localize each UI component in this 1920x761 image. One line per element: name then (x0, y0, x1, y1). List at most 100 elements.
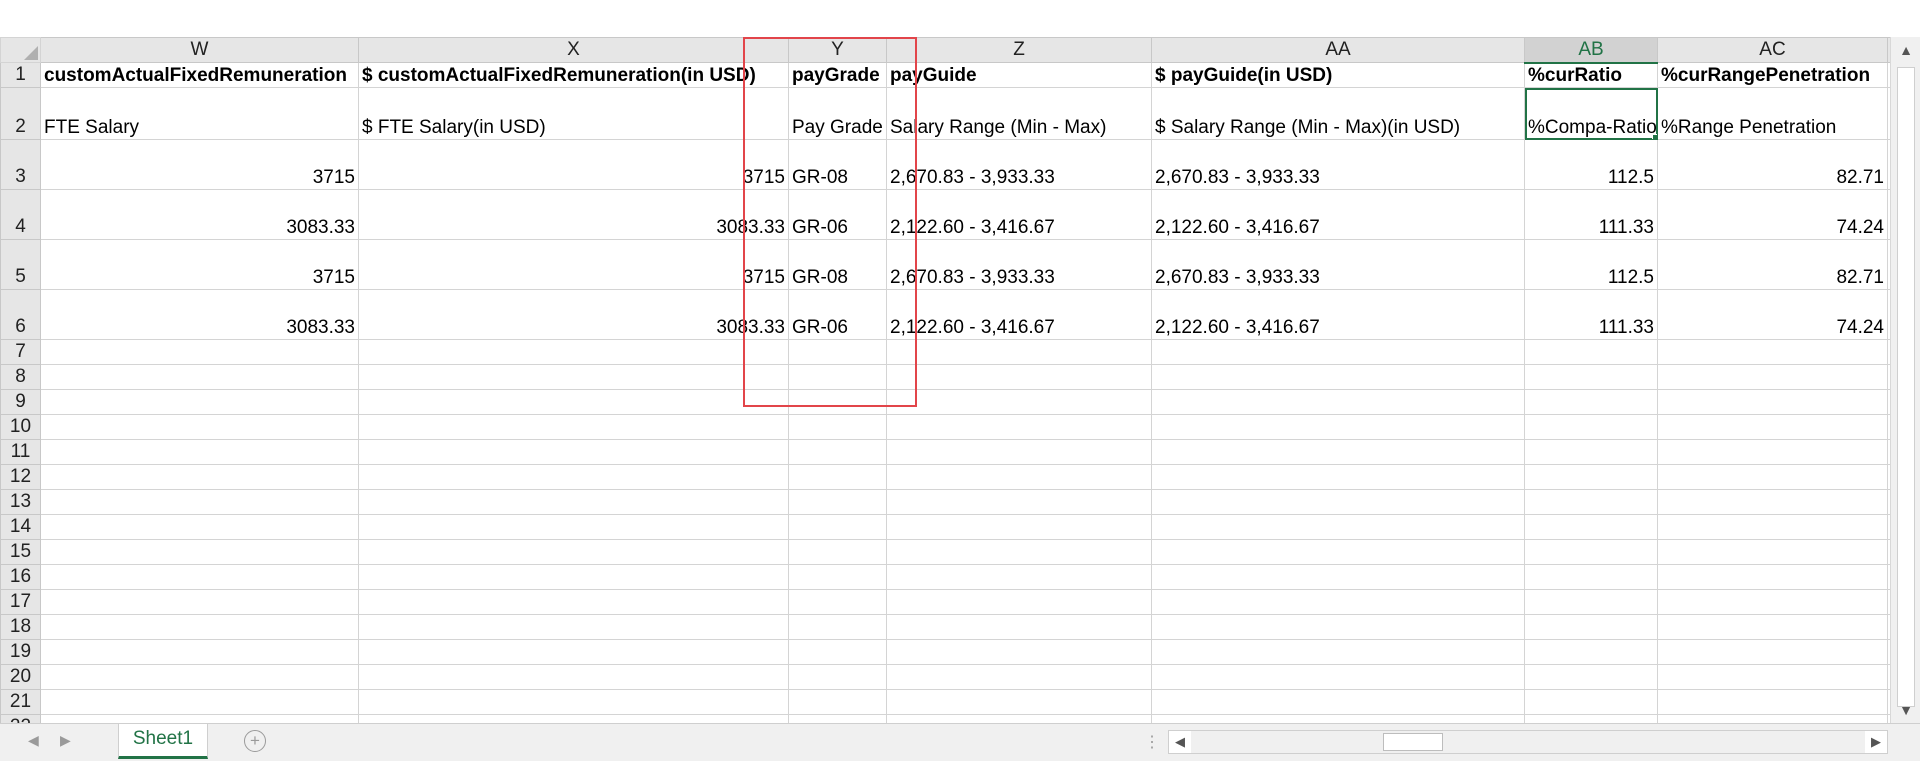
cell-Z2[interactable]: Salary Range (Min - Max) (886, 87, 1152, 140)
empty-cell[interactable] (40, 664, 359, 690)
empty-cell[interactable] (886, 614, 1152, 640)
empty-cell[interactable] (886, 664, 1152, 690)
empty-cell[interactable] (788, 489, 887, 515)
empty-cell[interactable] (1657, 489, 1888, 515)
row-header[interactable]: 9 (0, 389, 41, 415)
empty-cell[interactable] (1524, 514, 1658, 540)
empty-cell[interactable] (886, 639, 1152, 665)
empty-cell[interactable] (358, 664, 789, 690)
empty-cell[interactable] (358, 564, 789, 590)
row-header[interactable]: 18 (0, 614, 41, 640)
empty-cell[interactable] (358, 364, 789, 390)
prev-sheet-icon[interactable]: ◀ (28, 732, 39, 749)
cell-AB2-selected[interactable]: %Compa-Ratio (1524, 87, 1658, 140)
empty-cell[interactable] (1151, 414, 1525, 440)
empty-cell[interactable] (40, 639, 359, 665)
cell-AC4[interactable]: 74.24 (1657, 189, 1888, 240)
row-header[interactable]: 17 (0, 589, 41, 615)
row-header[interactable]: 15 (0, 539, 41, 565)
cell-X2[interactable]: $ FTE Salary(in USD) (358, 87, 789, 140)
empty-cell[interactable] (1524, 364, 1658, 390)
row-header[interactable]: 16 (0, 564, 41, 590)
empty-cell[interactable] (1151, 364, 1525, 390)
empty-cell[interactable] (1657, 564, 1888, 590)
row-header[interactable]: 20 (0, 664, 41, 690)
cell-AC5[interactable]: 82.71 (1657, 239, 1888, 290)
empty-cell[interactable] (358, 464, 789, 490)
horizontal-scrollbar[interactable]: ◀ ▶ (1168, 730, 1888, 754)
empty-cell[interactable] (886, 539, 1152, 565)
empty-cell[interactable] (1524, 464, 1658, 490)
empty-cell[interactable] (788, 439, 887, 465)
empty-cell[interactable] (886, 339, 1152, 365)
cell-Y1[interactable]: payGrade (788, 62, 887, 88)
empty-cell[interactable] (1151, 714, 1525, 723)
column-header-AA[interactable]: AA (1151, 37, 1525, 63)
empty-cell[interactable] (788, 589, 887, 615)
empty-cell[interactable] (358, 414, 789, 440)
cell-W4[interactable]: 3083.33 (40, 189, 359, 240)
cell-AA3[interactable]: 2,670.83 - 3,933.33 (1151, 139, 1525, 190)
cell-AA4[interactable]: 2,122.60 - 3,416.67 (1151, 189, 1525, 240)
empty-cell[interactable] (40, 464, 359, 490)
cell-Z3[interactable]: 2,670.83 - 3,933.33 (886, 139, 1152, 190)
empty-cell[interactable] (788, 514, 887, 540)
scroll-up-icon[interactable]: ▲ (1891, 37, 1920, 63)
vertical-scroll-thumb[interactable] (1897, 67, 1915, 707)
empty-cell[interactable] (1151, 464, 1525, 490)
empty-cell[interactable] (40, 364, 359, 390)
empty-cell[interactable] (886, 439, 1152, 465)
cell-Y3[interactable]: GR-08 (788, 139, 887, 190)
cell-Z4[interactable]: 2,122.60 - 3,416.67 (886, 189, 1152, 240)
cell-X6[interactable]: 3083.33 (358, 289, 789, 340)
empty-cell[interactable] (1657, 614, 1888, 640)
empty-cell[interactable] (358, 714, 789, 723)
empty-cell[interactable] (1524, 589, 1658, 615)
empty-cell[interactable] (1524, 339, 1658, 365)
empty-cell[interactable] (788, 364, 887, 390)
vertical-scrollbar[interactable]: ▲ ▼ (1890, 37, 1920, 723)
empty-cell[interactable] (886, 689, 1152, 715)
cell-W3[interactable]: 3715 (40, 139, 359, 190)
cell-AC2[interactable]: %Range Penetration (1657, 87, 1888, 140)
row-header[interactable]: 21 (0, 689, 41, 715)
empty-cell[interactable] (40, 689, 359, 715)
empty-cell[interactable] (886, 489, 1152, 515)
empty-cell[interactable] (358, 539, 789, 565)
empty-cell[interactable] (788, 614, 887, 640)
row-header[interactable]: 19 (0, 639, 41, 665)
cell-X4[interactable]: 3083.33 (358, 189, 789, 240)
row-header[interactable]: 3 (0, 139, 41, 190)
empty-cell[interactable] (886, 364, 1152, 390)
row-header[interactable]: 22 (0, 714, 41, 723)
empty-cell[interactable] (1657, 339, 1888, 365)
empty-cell[interactable] (788, 714, 887, 723)
empty-cell[interactable] (358, 389, 789, 415)
empty-cell[interactable] (1151, 339, 1525, 365)
empty-cell[interactable] (1524, 614, 1658, 640)
row-header[interactable]: 12 (0, 464, 41, 490)
empty-cell[interactable] (358, 614, 789, 640)
empty-cell[interactable] (1151, 664, 1525, 690)
column-header-Z[interactable]: Z (886, 37, 1152, 63)
cell-Z5[interactable]: 2,670.83 - 3,933.33 (886, 239, 1152, 290)
row-header[interactable]: 10 (0, 414, 41, 440)
column-header-AC[interactable]: AC (1657, 37, 1888, 63)
cell-Y6[interactable]: GR-06 (788, 289, 887, 340)
cell-Z1[interactable]: payGuide (886, 62, 1152, 88)
cell-W1[interactable]: customActualFixedRemuneration (40, 62, 359, 88)
empty-cell[interactable] (788, 464, 887, 490)
spreadsheet-grid[interactable]: W X Y Z AA AB AC 1 customActualFixedRemu… (0, 37, 1890, 723)
empty-cell[interactable] (40, 414, 359, 440)
cell-AA6[interactable]: 2,122.60 - 3,416.67 (1151, 289, 1525, 340)
empty-cell[interactable] (886, 414, 1152, 440)
sheet-tab-sheet1[interactable]: Sheet1 (118, 724, 208, 759)
cell-Y5[interactable]: GR-08 (788, 239, 887, 290)
empty-cell[interactable] (788, 389, 887, 415)
cell-AB4[interactable]: 111.33 (1524, 189, 1658, 240)
empty-cell[interactable] (1151, 589, 1525, 615)
empty-cell[interactable] (358, 439, 789, 465)
empty-cell[interactable] (1524, 664, 1658, 690)
cell-Z6[interactable]: 2,122.60 - 3,416.67 (886, 289, 1152, 340)
cell-AC1[interactable]: %curRangePenetration (1657, 62, 1888, 88)
